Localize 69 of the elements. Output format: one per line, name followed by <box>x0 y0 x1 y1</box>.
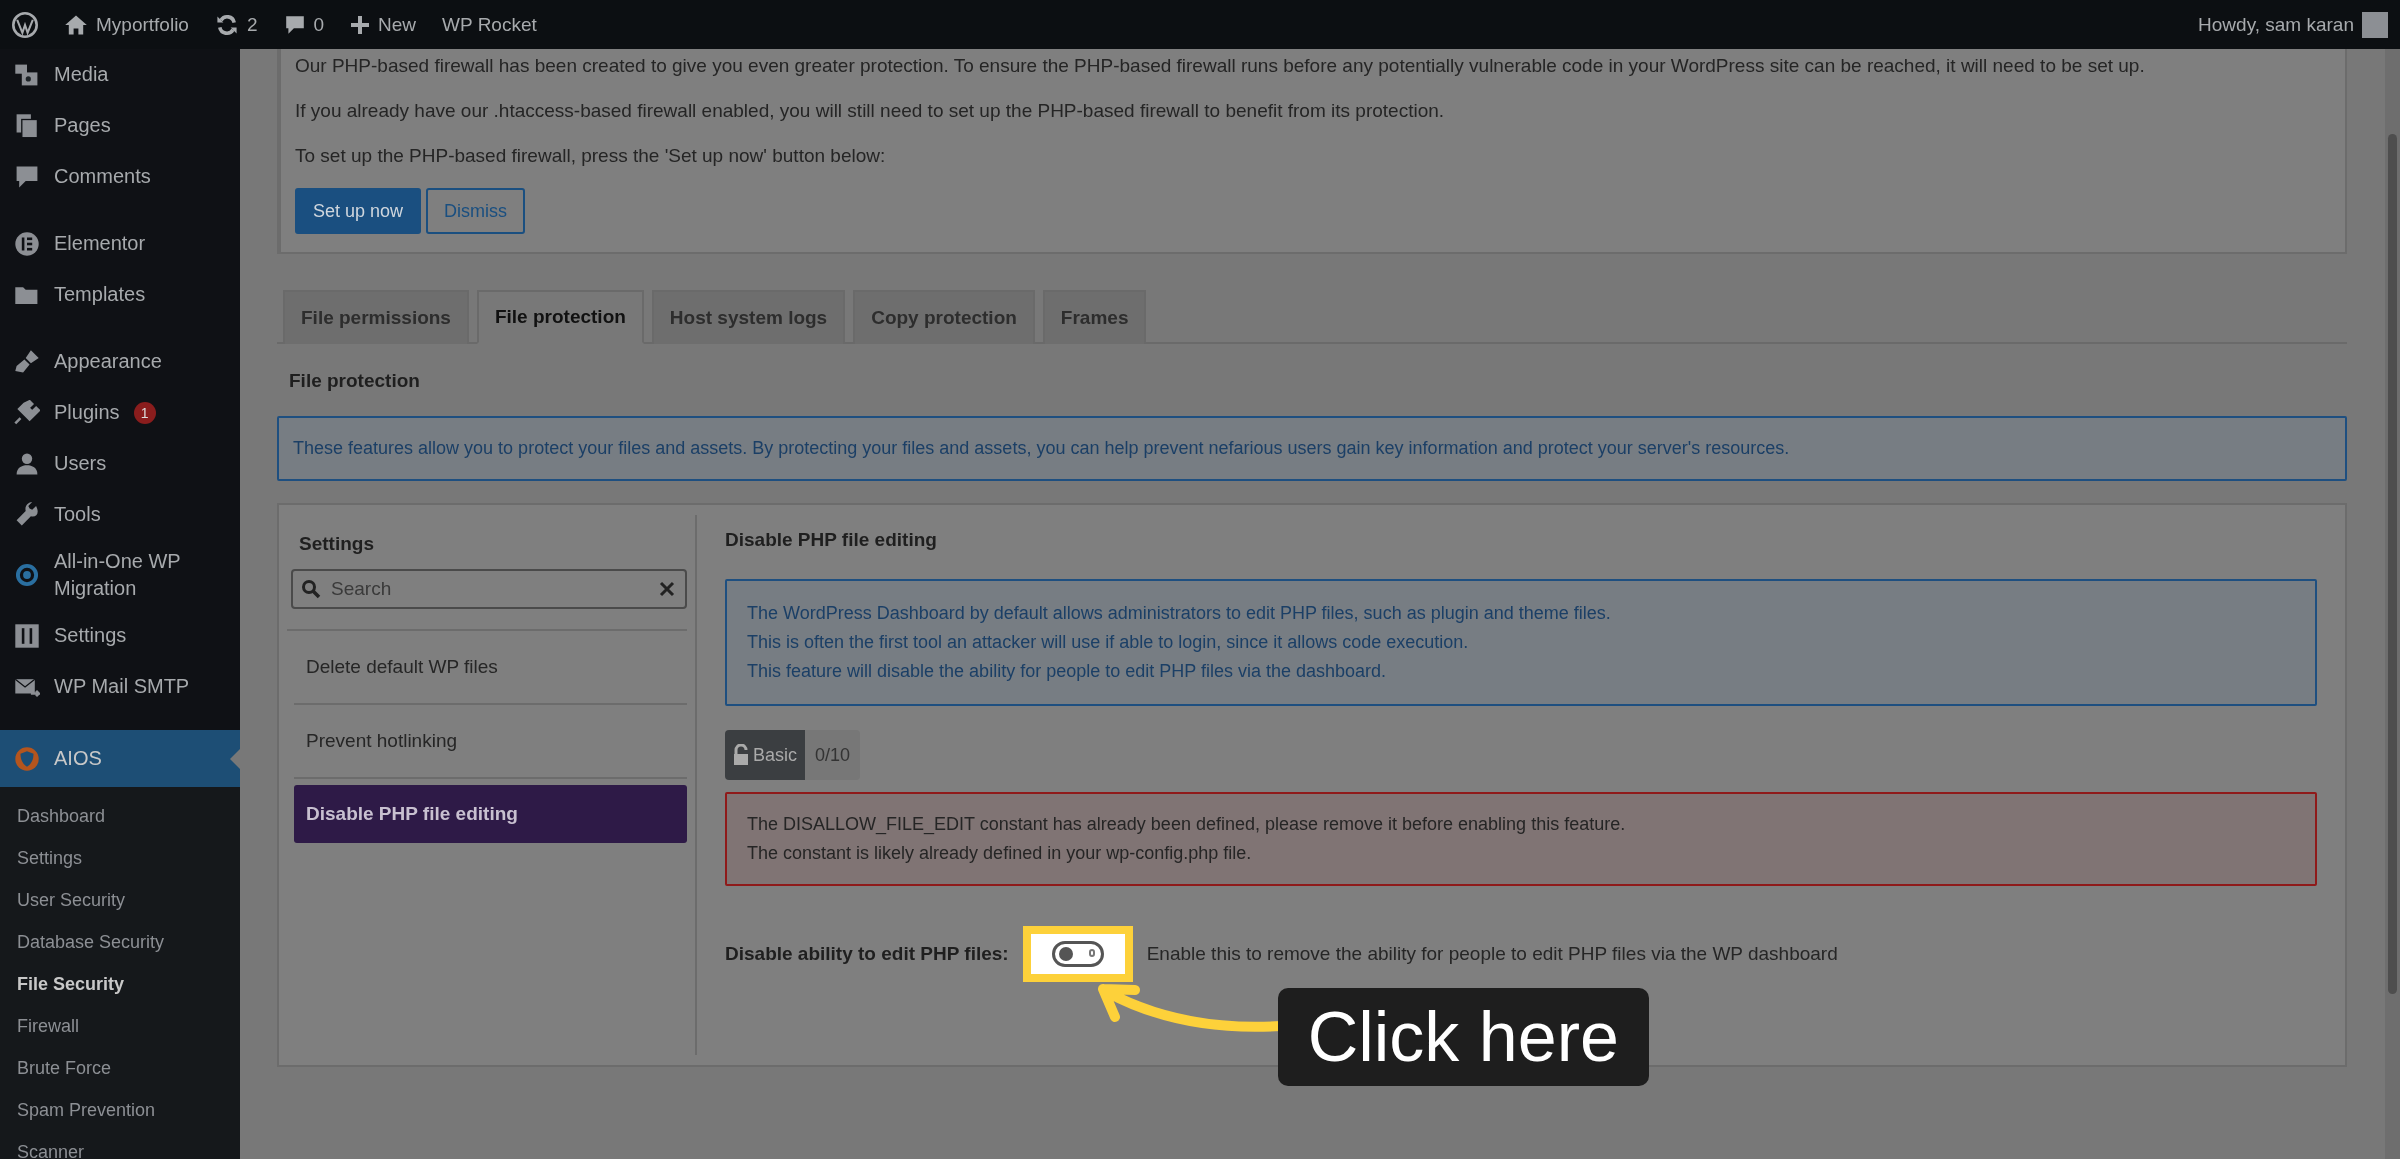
sidebar-item[interactable]: Comments <box>0 151 240 202</box>
circle-logo-icon <box>14 230 40 257</box>
submenu-item[interactable]: Firewall <box>0 1005 240 1047</box>
callout: Click here <box>1277 988 1649 1086</box>
updates-count[interactable]: 2 <box>246 13 258 36</box>
sidebar-item[interactable]: AIOS <box>0 730 240 787</box>
home-icon <box>64 13 88 36</box>
info-text: This is often the first tool an attacker will use if able to login, since it allows code execution. <box>747 631 1470 654</box>
sidebar-item[interactable]: Tools <box>0 489 240 540</box>
sidebar-item[interactable]: Plugins 1 <box>0 387 240 438</box>
toggle-label: Disable ability to edit PHP files: <box>725 943 1009 965</box>
error-text: The constant is likely already defined in your wp-config.php file. <box>747 842 1253 865</box>
feature-title: Disable PHP file editing <box>725 529 938 551</box>
search-field[interactable]: Search <box>291 569 687 609</box>
paintbrush-icon <box>14 348 40 375</box>
error-text: The DISALLOW_FILE_EDIT constant has already been defined, please remove it before enabling this feature. <box>747 813 1627 837</box>
sidebar-item[interactable]: Pages <box>0 100 240 151</box>
sidebar-item[interactable]: Elementor <box>0 218 240 269</box>
feature-link[interactable]: Delete default WP files <box>294 631 687 705</box>
sidebar-item[interactable]: Appearance <box>0 336 240 387</box>
refresh-icon <box>214 12 239 37</box>
sidebar-item[interactable]: Users <box>0 438 240 489</box>
feature-link[interactable]: Disable PHP file editing <box>294 785 687 843</box>
sidebar-item[interactable]: All-in-One WP Migration <box>0 540 240 610</box>
submenu-item[interactable]: Brute Force <box>0 1047 240 1089</box>
plus-icon <box>350 14 371 35</box>
notice-text: If you already have our .htaccess-based firewall enabled, you will still need to set up the PHP-based firewall to benefit from its protection. <box>295 99 1446 123</box>
scrollbar[interactable] <box>2385 49 2400 1159</box>
wrench-icon <box>14 501 40 528</box>
comments-count[interactable]: 0 <box>313 13 325 36</box>
speech-bubble-icon <box>283 13 306 36</box>
lock-icon <box>733 744 749 766</box>
submenu-item[interactable]: Spam Prevention <box>0 1089 240 1131</box>
shield-icon <box>14 745 40 772</box>
toggle-description: Enable this to remove the ability for people to edit PHP files via the WP dashboard <box>1146 943 1838 965</box>
avatar-icon[interactable] <box>2362 11 2388 38</box>
site-link[interactable]: Myportfolio <box>96 13 189 36</box>
info-text: The WordPress Dashboard by default allows administrators to edit PHP files, such as plugin and theme files. <box>747 602 1612 625</box>
section-title: File protection <box>289 370 421 392</box>
logo-icon[interactable] <box>12 11 38 38</box>
search-icon <box>301 579 321 599</box>
toggle-switch[interactable] <box>1051 941 1104 967</box>
setup-button[interactable]: Set up now <box>295 188 422 234</box>
submenu-item[interactable]: Dashboard <box>0 795 240 837</box>
info-text: This feature will disable the ability for people to edit PHP files via the dashboard. <box>747 660 1388 683</box>
notice-text: To set up the PHP-based firewall, press the 'Set up now' button below: <box>295 144 887 168</box>
notice-text: Our PHP-based firewall has been created to give you even greater protection. To ensure the PHP-based firewall runs before any potentially vulnerable code in your WordPress site can be reached, it will need to be set up. <box>295 54 2146 78</box>
tab[interactable]: File protection <box>476 290 644 344</box>
feature-link[interactable]: Prevent hotlinking <box>294 705 687 779</box>
sidebar-item[interactable]: Media <box>0 49 240 100</box>
new-link[interactable]: New <box>378 13 417 36</box>
submenu-item[interactable]: User Security <box>0 879 240 921</box>
score-badge: 0/10 <box>805 730 861 780</box>
sidebar-item[interactable]: Settings <box>0 610 240 661</box>
submenu-item[interactable]: Settings <box>0 837 240 879</box>
sidebar-item[interactable]: Templates <box>0 269 240 320</box>
submenu-item[interactable]: Scanner <box>0 1131 240 1159</box>
greeting[interactable]: Howdy, sam karan <box>2198 13 2354 36</box>
document-icon <box>14 112 40 139</box>
panel-title: Settings <box>299 533 374 555</box>
plugin-link[interactable]: WP Rocket <box>442 13 537 36</box>
info-message: These features allow you to protect your files and assets. By protecting your files and assets, you can help prevent nefarious users gain key information and protect your server's resources. <box>277 416 2347 481</box>
sidebar-item[interactable]: WP Mail SMTP <box>0 661 240 712</box>
submenu-item[interactable]: Database Security <box>0 921 240 963</box>
count-badge: 1 <box>133 401 156 424</box>
badge-label: Basic <box>753 744 797 766</box>
clear-icon[interactable] <box>659 581 675 597</box>
submenu-item[interactable]: File Security <box>0 963 240 1005</box>
ring-icon <box>14 562 40 588</box>
